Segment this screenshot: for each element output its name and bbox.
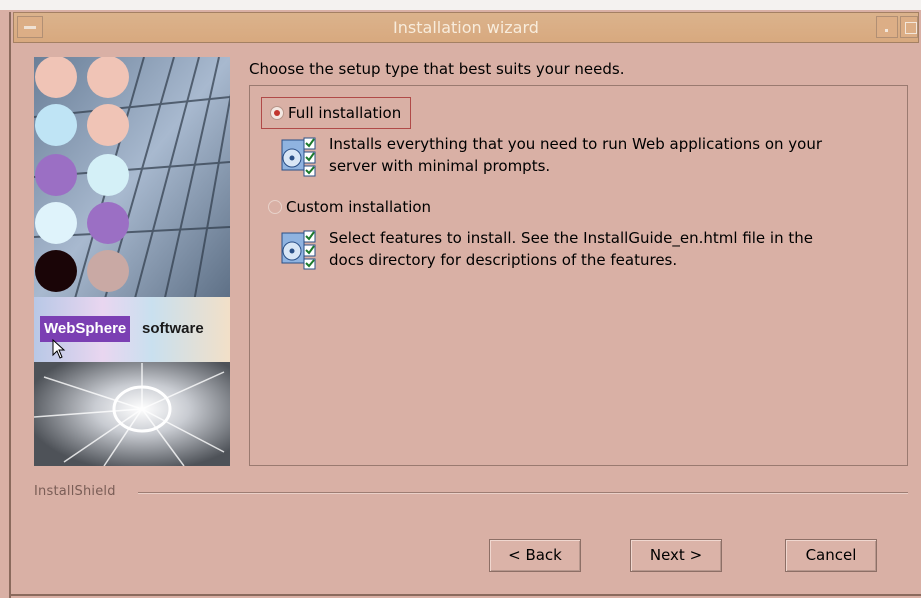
full-desc-line1: Installs everything that you need to run… <box>329 135 823 153</box>
custom-desc-line1: Select features to install. See the Inst… <box>329 229 813 247</box>
window-title: Installation wizard <box>393 18 539 37</box>
full-desc-line2: server with minimal prompts. <box>329 157 551 175</box>
back-button[interactable]: < Back <box>489 539 581 572</box>
custom-desc-line2: docs directory for descriptions of the f… <box>329 251 678 269</box>
mouse-cursor-icon <box>52 339 66 359</box>
full-installation-radio[interactable]: Full installation <box>261 97 412 129</box>
full-installation-label: Full installation <box>288 104 402 122</box>
custom-installation-description: Select features to install. See the Inst… <box>329 227 813 271</box>
custom-installation-radio[interactable]: Custom installation <box>268 196 431 218</box>
installation-wizard-window: Installation wizard WebSphere software C… <box>0 0 921 598</box>
setup-type-prompt: Choose the setup type that best suits yo… <box>249 60 625 78</box>
desktop-strip <box>0 0 921 10</box>
title-bar[interactable]: Installation wizard <box>13 12 919 43</box>
minimize-button[interactable] <box>876 16 898 38</box>
radio-selected-icon[interactable] <box>270 106 284 120</box>
window-border-left <box>9 12 11 598</box>
websphere-banner-image: WebSphere software <box>34 57 230 466</box>
software-label: software <box>142 320 204 337</box>
installshield-label: InstallShield <box>34 484 116 499</box>
footer-separator <box>138 492 908 494</box>
cancel-button[interactable]: Cancel <box>785 539 877 572</box>
radio-unselected-icon[interactable] <box>268 200 282 214</box>
maximize-icon <box>905 22 917 34</box>
next-button[interactable]: Next > <box>630 539 722 572</box>
window-border-bottom <box>9 594 921 596</box>
install-package-icon <box>281 230 316 270</box>
custom-installation-label: Custom installation <box>286 198 432 216</box>
minimize-icon <box>885 29 888 32</box>
maximize-button[interactable] <box>900 16 918 38</box>
full-installation-description: Installs everything that you need to run… <box>329 133 822 177</box>
install-package-icon <box>281 137 316 177</box>
